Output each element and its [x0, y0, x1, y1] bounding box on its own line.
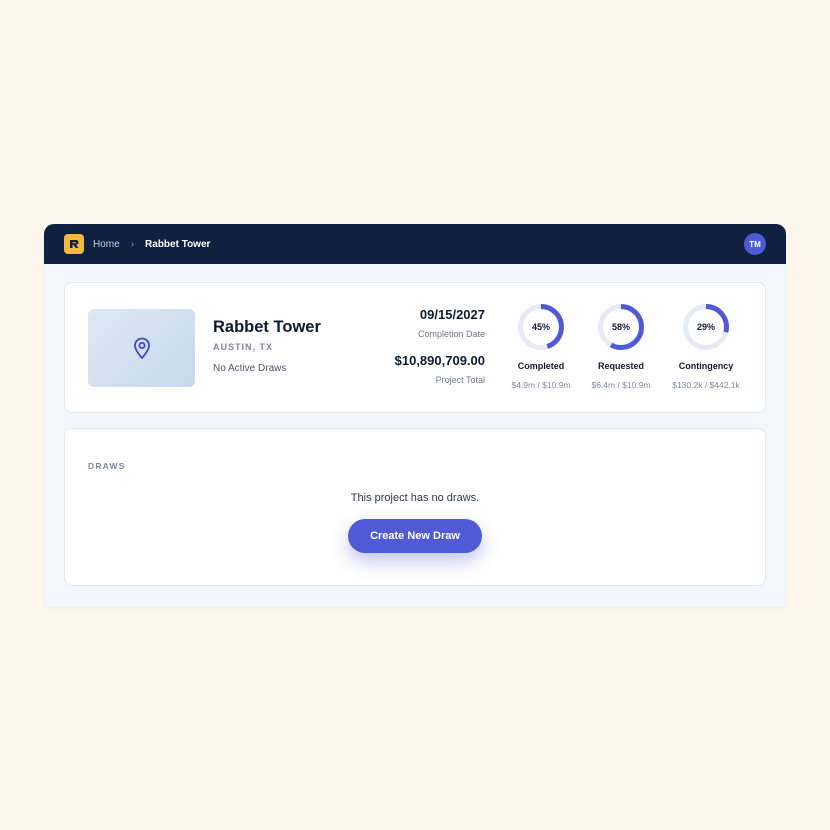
gauge-amounts: $6.4m / $10.9m [591, 380, 651, 390]
progress-ring: 58% [596, 302, 646, 352]
map-pin-icon [133, 337, 150, 359]
gauge-label: Completed [517, 361, 565, 371]
gauge-contingency: 29% Contingency $130.2k / $442.1k [661, 302, 751, 390]
gauge-percent: 29% [696, 322, 715, 332]
gauge-percent: 45% [531, 322, 550, 332]
gauge-completed: 45% Completed $4.9m / $10.9m [496, 302, 586, 390]
project-name: Rabbet Tower [213, 318, 321, 336]
gauge-amounts: $4.9m / $10.9m [511, 380, 571, 390]
app-window: Home › Rabbet Tower TM Rabbet Tower AUST… [44, 224, 786, 607]
draws-section-title: DRAWS [88, 461, 126, 471]
top-navigation-bar: Home › Rabbet Tower TM [44, 224, 786, 264]
project-location: AUSTIN, TX [213, 342, 274, 352]
create-new-draw-button[interactable]: Create New Draw [348, 519, 482, 553]
active-draws-status: No Active Draws [213, 363, 287, 374]
progress-ring: 29% [681, 302, 731, 352]
progress-ring: 45% [516, 302, 566, 352]
gauge-amounts: $130.2k / $442.1k [672, 380, 740, 390]
draws-card: DRAWS This project has no draws. Create … [64, 428, 766, 586]
project-image-placeholder [88, 309, 195, 387]
project-total-label: Project Total [435, 375, 485, 385]
project-summary-card: Rabbet Tower AUSTIN, TX No Active Draws … [64, 282, 766, 413]
gauge-percent: 58% [611, 322, 630, 332]
gauge-label: Contingency [678, 361, 734, 371]
gauge-label: Requested [597, 361, 644, 371]
breadcrumb-current: Rabbet Tower [145, 238, 211, 250]
empty-state-message: This project has no draws. [350, 492, 480, 504]
completion-date-value: 09/15/2027 [419, 307, 485, 322]
gauge-requested: 58% Requested $6.4m / $10.9m [576, 302, 666, 390]
breadcrumb-home-link[interactable]: Home [93, 239, 120, 250]
user-avatar[interactable]: TM [744, 233, 766, 255]
project-total-value: $10,890,709.00 [394, 353, 485, 368]
rabbet-logo-icon[interactable] [64, 234, 84, 254]
chevron-right-icon: › [130, 238, 135, 250]
completion-date-label: Completion Date [417, 329, 485, 339]
